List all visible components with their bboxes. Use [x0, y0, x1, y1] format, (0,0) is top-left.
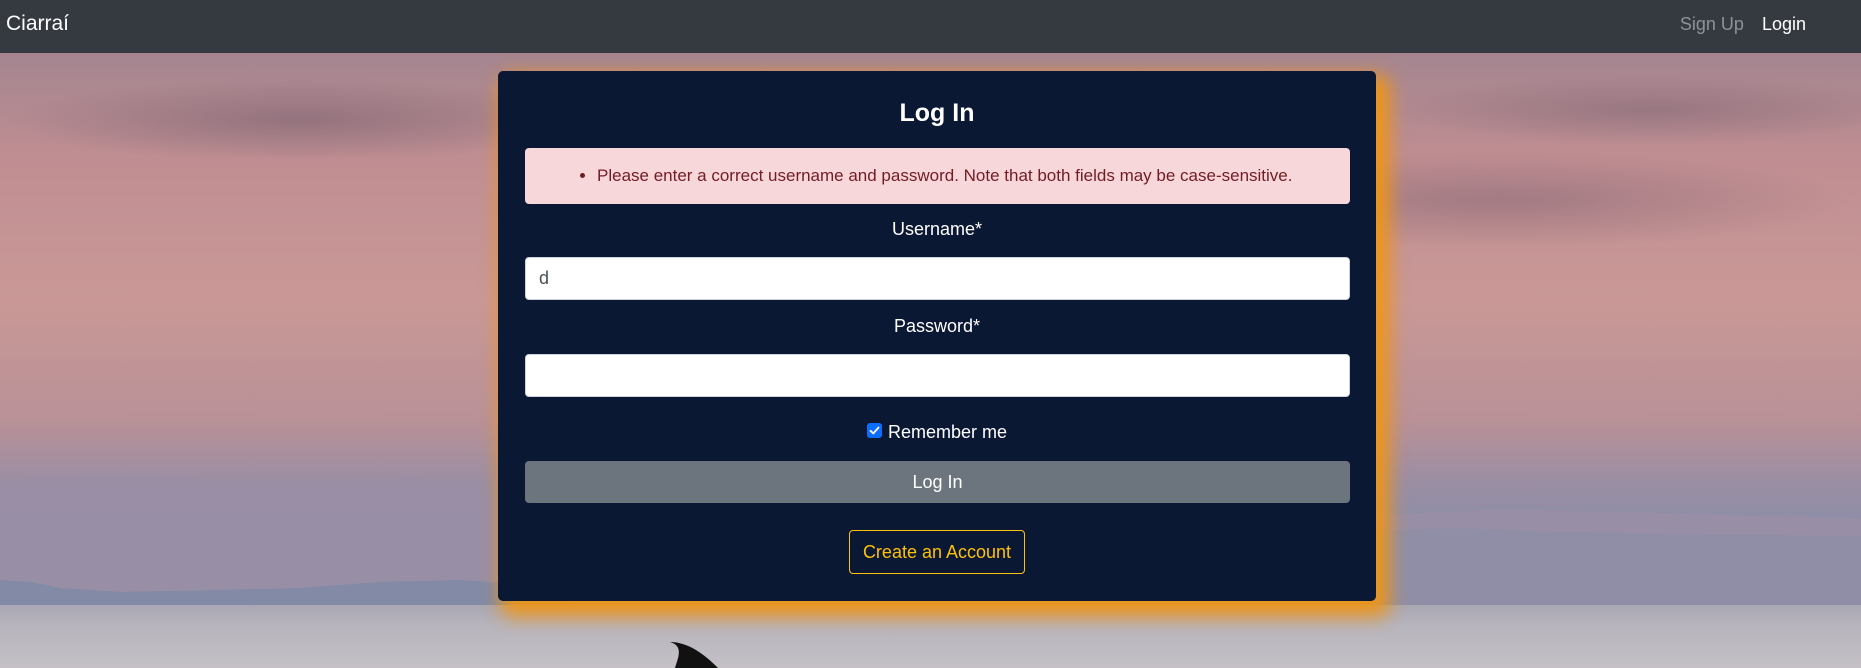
error-message: Please enter a correct username and pass… — [597, 165, 1292, 187]
background-sea — [0, 605, 1861, 668]
orca-fin-graphic — [670, 642, 718, 668]
navbar: Ciarraí Sign Up Login — [0, 0, 1861, 53]
remember-me-label[interactable]: Remember me — [888, 420, 1007, 444]
nav-links: Sign Up Login — [1680, 13, 1806, 35]
error-alert: Please enter a correct username and pass… — [525, 148, 1350, 204]
log-in-button[interactable]: Log In — [525, 461, 1350, 503]
password-label: Password* — [893, 316, 981, 336]
username-field[interactable] — [525, 257, 1350, 300]
login-card: Log In Please enter a correct username a… — [498, 71, 1376, 601]
brand-logo[interactable]: Ciarraí — [6, 12, 69, 36]
password-field[interactable] — [525, 354, 1350, 397]
create-account-button[interactable]: Create an Account — [849, 530, 1025, 574]
nav-sign-up-link[interactable]: Sign Up — [1680, 13, 1744, 35]
page-title: Log In — [899, 99, 975, 127]
remember-me-row: Remember me — [498, 419, 1376, 444]
error-list: Please enter a correct username and pass… — [525, 165, 1292, 187]
checkmark-icon — [869, 426, 880, 435]
remember-me-checkbox[interactable] — [866, 423, 882, 438]
username-label: Username* — [891, 219, 983, 239]
nav-login-link[interactable]: Login — [1762, 13, 1806, 35]
